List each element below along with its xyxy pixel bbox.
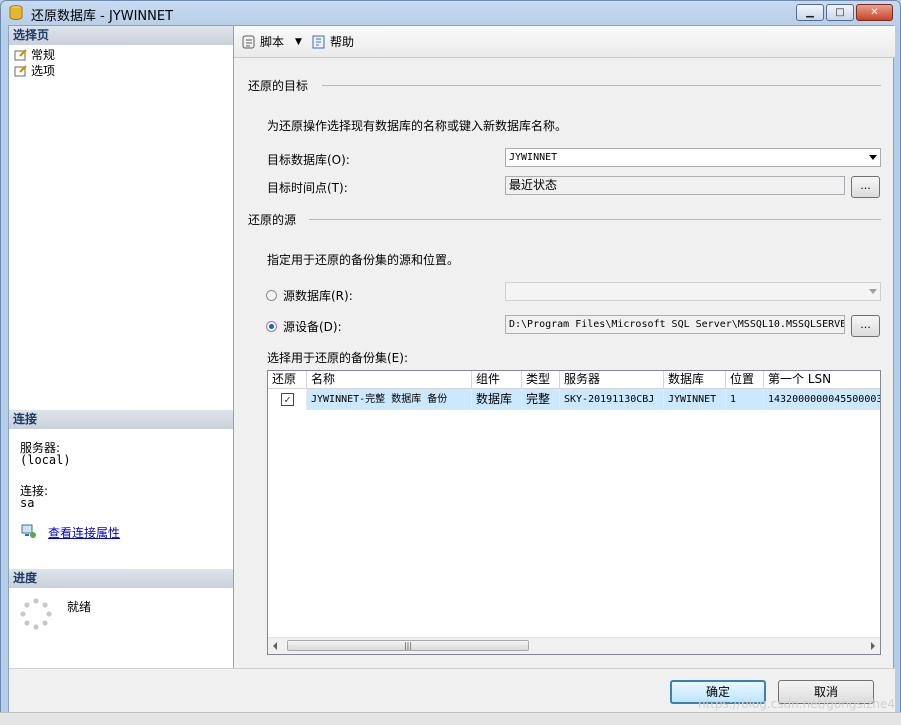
dialog-client: 选择页 常规 选项 连接 服务器: (local) 连接: sa 查看连接属性 … <box>8 25 895 715</box>
maximize-button[interactable]: □ <box>826 4 854 21</box>
column-header[interactable]: 类型 <box>522 371 560 388</box>
window-title: 还原数据库 - JYWINNET <box>31 9 174 24</box>
database-icon <box>9 5 23 20</box>
restore-source-description: 指定用于还原的备份集的源和位置。 <box>267 253 460 267</box>
script-label: 脚本 <box>260 35 285 49</box>
title-bar[interactable]: 还原数据库 - JYWINNET ▁ □ ✕ <box>1 1 900 25</box>
horizontal-scrollbar[interactable]: ||| <box>268 637 880 654</box>
backup-sets-grid: 还原 名称 组件 类型 服务器 数据库 位置 第一个 LSN ✓ JYWINNE… <box>267 370 881 655</box>
scroll-right-icon[interactable] <box>871 642 875 650</box>
column-header[interactable]: 组件 <box>472 371 522 388</box>
page-item-general[interactable]: 常规 <box>14 47 55 63</box>
column-header[interactable]: 位置 <box>726 371 764 388</box>
chevron-down-icon[interactable]: ▼ <box>295 37 302 47</box>
scroll-left-icon[interactable] <box>273 642 277 650</box>
restore-target-description: 为还原操作选择现有数据库的名称或键入新数据库名称。 <box>267 119 568 133</box>
connection-header: 连接 <box>9 410 233 429</box>
progress-spinner-icon <box>20 598 52 630</box>
group-divider <box>322 85 881 86</box>
help-label: 帮助 <box>330 35 355 49</box>
source-device-browse-button[interactable]: ... <box>851 315 880 337</box>
grid-header: 还原 名称 组件 类型 服务器 数据库 位置 第一个 LSN <box>268 371 880 389</box>
help-icon <box>312 35 325 48</box>
target-db-label: 目标数据库(O): <box>267 153 350 167</box>
table-row[interactable]: ✓ JYWINNET-完整 数据库 备份 数据库 完整 SKY-20191130… <box>268 389 880 410</box>
page-icon <box>14 65 27 77</box>
restore-database-window: 还原数据库 - JYWINNET ▁ □ ✕ 选择页 常规 选项 连接 服务器:… <box>0 0 901 724</box>
script-icon <box>242 35 255 48</box>
page-icon <box>14 49 27 61</box>
target-db-combobox[interactable]: JYWINNET <box>505 148 881 167</box>
chevron-down-icon <box>869 155 877 160</box>
scroll-thumb[interactable]: ||| <box>287 640 529 651</box>
column-header[interactable]: 第一个 LSN <box>764 371 880 388</box>
help-button[interactable]: 帮助 <box>311 33 354 50</box>
view-connection-properties-link[interactable]: 查看连接属性 <box>48 524 120 541</box>
server-value: (local) <box>20 453 71 467</box>
source-database-radio[interactable] <box>266 290 277 301</box>
component-cell: 数据库 <box>472 389 522 410</box>
bottom-strip <box>0 712 901 725</box>
target-db-value: JYWINNET <box>509 152 558 163</box>
source-device-field: D:\Program Files\Microsoft SQL Server\MS… <box>505 315 845 334</box>
database-cell: JYWINNET <box>664 389 726 410</box>
column-header[interactable]: 还原 <box>268 371 307 388</box>
watermark: https://blog.csdn.net/gongsizhe4 <box>697 697 895 711</box>
page-item-options[interactable]: 选项 <box>14 63 55 79</box>
source-device-label: 源设备(D): <box>283 320 342 334</box>
source-device-radio[interactable] <box>266 321 277 332</box>
script-button[interactable]: 脚本 ▼ <box>241 33 302 50</box>
restore-source-title: 还原的源 <box>248 213 297 227</box>
minimize-button[interactable]: ▁ <box>796 4 824 21</box>
progress-header: 进度 <box>9 569 233 588</box>
close-button[interactable]: ✕ <box>856 4 893 21</box>
toolbar: 脚本 ▼ 帮助 <box>234 26 895 58</box>
page-item-label: 选项 <box>31 64 56 78</box>
progress-status: 就绪 <box>67 600 92 614</box>
restore-target-title: 还原的目标 <box>248 79 309 93</box>
source-db-label: 源数据库(R): <box>283 289 353 303</box>
restore-checkbox[interactable]: ✓ <box>281 393 294 406</box>
chevron-down-icon <box>869 289 877 294</box>
left-pane: 选择页 常规 选项 连接 服务器: (local) 连接: sa 查看连接属性 … <box>9 26 234 668</box>
source-db-combobox[interactable] <box>505 282 881 301</box>
restore-cell: ✓ <box>268 389 307 410</box>
target-time-label: 目标时间点(T): <box>267 181 348 195</box>
column-header[interactable]: 服务器 <box>560 371 664 388</box>
connection-value: sa <box>20 496 35 510</box>
position-cell: 1 <box>726 389 764 410</box>
group-divider <box>309 219 881 220</box>
target-time-field: 最近状态 <box>505 176 845 195</box>
first-lsn-cell: 14320000000455000037 <box>764 389 880 410</box>
column-header[interactable]: 数据库 <box>664 371 726 388</box>
name-cell: JYWINNET-完整 数据库 备份 <box>307 389 472 410</box>
connection-properties-icon <box>21 524 36 538</box>
page-item-label: 常规 <box>31 48 56 62</box>
column-header[interactable]: 名称 <box>307 371 472 388</box>
type-cell: 完整 <box>522 389 560 410</box>
server-cell: SKY-20191130CBJ <box>560 389 664 410</box>
backup-sets-label: 选择用于还原的备份集(E): <box>267 351 408 365</box>
select-page-header: 选择页 <box>9 26 233 45</box>
target-time-browse-button[interactable]: ... <box>851 176 880 198</box>
